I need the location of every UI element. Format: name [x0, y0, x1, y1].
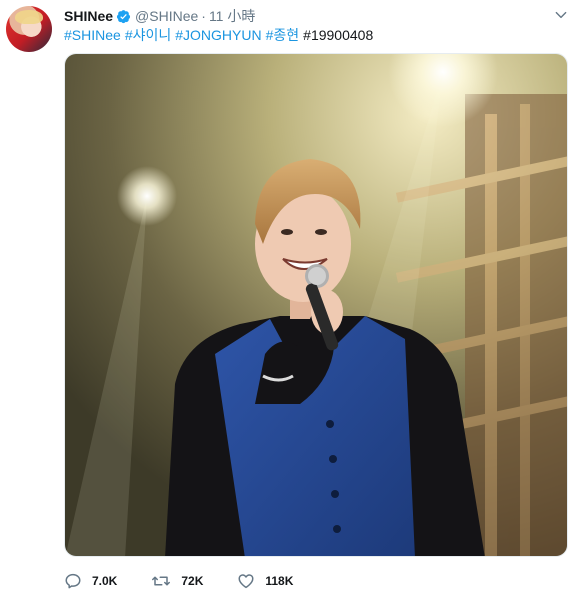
- concert-photo-image: [65, 54, 567, 556]
- hashtag-date: #19900408: [303, 27, 374, 43]
- reply-icon: [65, 573, 81, 589]
- separator-dot: ·: [201, 8, 206, 24]
- hashtag-jonghyun[interactable]: #JONGHYUN: [175, 27, 261, 43]
- tweet-text: #SHINee #샤이니 #JONGHYUN #종현 #19900408: [64, 25, 373, 45]
- retweet-icon: [152, 576, 171, 586]
- tweet-photo[interactable]: [64, 53, 568, 557]
- retweet-count: 72K: [181, 574, 204, 588]
- like-count: 118K: [265, 574, 294, 588]
- reply-button[interactable]: 7.0K: [64, 572, 117, 590]
- retweet-button[interactable]: 72K: [151, 572, 203, 590]
- hashtag-jonghyun-korean[interactable]: #종현: [266, 27, 300, 43]
- tweet-card[interactable]: SHINee @SHINee · 11 小時 #SHINee #샤이니 #JONGH…: [0, 0, 578, 596]
- author-handle[interactable]: @SHINee: [135, 8, 198, 24]
- hashtag-shinee-korean[interactable]: #샤이니: [125, 27, 171, 43]
- hashtag-shinee[interactable]: #SHINee: [64, 27, 121, 43]
- tweet-timestamp[interactable]: 11 小時: [209, 6, 255, 26]
- like-icon: [238, 574, 254, 589]
- tweet-header: SHINee @SHINee · 11 小時: [64, 6, 568, 26]
- tweet-actions: 7.0K 72K 118K: [64, 570, 327, 592]
- verified-badge-icon: [116, 9, 131, 24]
- like-button[interactable]: 118K: [237, 572, 293, 590]
- reply-count: 7.0K: [92, 574, 118, 588]
- author-avatar[interactable]: [6, 6, 52, 52]
- author-name[interactable]: SHINee: [64, 8, 113, 24]
- chevron-down-icon[interactable]: [554, 8, 568, 25]
